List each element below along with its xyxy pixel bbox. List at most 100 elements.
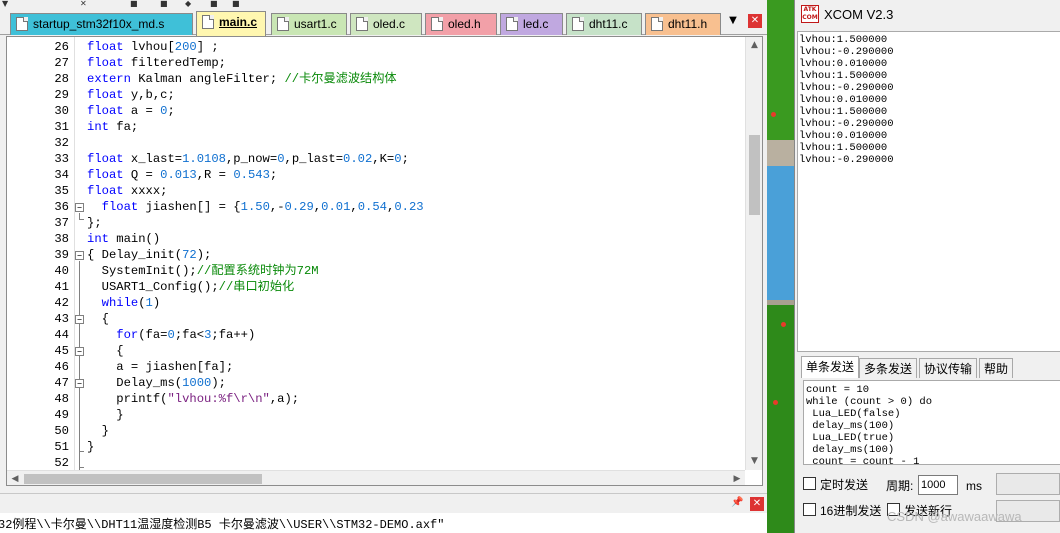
- tab-dht11-c[interactable]: dht11.c: [566, 13, 642, 35]
- line-number: 42: [54, 296, 69, 310]
- code-line: float x_last=1.0108,p_now=0,p_last=0.02,…: [87, 152, 409, 166]
- toolbar-button-icon[interactable]: ■: [160, 0, 168, 8]
- send-line: delay_ms(100): [806, 444, 895, 456]
- send-line: while (count > 0) do: [806, 396, 933, 408]
- code-line: float a = 0;: [87, 104, 175, 118]
- timed-send-label: 定时发送: [820, 478, 869, 492]
- tab-label: dht11.h: [668, 17, 708, 31]
- pin-icon[interactable]: 📌: [731, 497, 743, 509]
- code-line: Delay_ms(1000);: [87, 376, 226, 390]
- scroll-right-icon[interactable]: ▶: [729, 471, 745, 485]
- line-number: 36: [54, 200, 69, 214]
- line-number: 39: [54, 248, 69, 262]
- tab-main-c[interactable]: main.c: [196, 11, 266, 36]
- file-icon: [651, 17, 663, 31]
- stone-edge: [767, 140, 794, 166]
- line-number: 38: [54, 232, 69, 246]
- timed-send-checkbox[interactable]: [803, 477, 816, 490]
- tab-label: usart1.c: [294, 17, 337, 31]
- line-number: 44: [54, 328, 69, 342]
- tab-help[interactable]: 帮助: [979, 358, 1014, 378]
- tab-label: dht11.c: [589, 17, 628, 31]
- scroll-up-icon[interactable]: ▲: [746, 37, 762, 54]
- tab-protocol-transfer[interactable]: 协议传输: [919, 358, 978, 378]
- file-icon: [277, 17, 289, 31]
- tab-startup-stm32f10x-md-s[interactable]: startup_stm32f10x_md.s: [10, 13, 193, 35]
- line-number: 33: [54, 152, 69, 166]
- toolbar-button-icon[interactable]: ■: [130, 0, 138, 8]
- file-icon: [356, 17, 368, 31]
- tab-usart1-c[interactable]: usart1.c: [271, 13, 347, 35]
- line-number: 40: [54, 264, 69, 278]
- close-icon[interactable]: ✕: [748, 14, 762, 28]
- code-line: float jiashen[] = {1.50,-0.29,0.01,0.54,…: [101, 200, 424, 214]
- file-icon: [202, 15, 214, 29]
- scrollbar-thumb[interactable]: [24, 474, 262, 484]
- code-line: };: [87, 216, 102, 230]
- tab-single-send[interactable]: 单条发送: [801, 356, 860, 378]
- send-button[interactable]: [996, 473, 1060, 495]
- code-line: USART1_Config();//串口初始化: [87, 280, 295, 294]
- code-area[interactable]: float lvhou[200] ; float filteredTemp; ext…: [77, 37, 744, 470]
- hex-send-label: 16进制发送: [820, 504, 882, 518]
- toolbar-button-icon[interactable]: ✕: [80, 0, 87, 8]
- tab-label: startup_stm32f10x_md.s: [33, 17, 165, 31]
- line-number: 32: [54, 136, 69, 150]
- tab-oled-h[interactable]: oled.h: [425, 13, 497, 35]
- tab-led-c[interactable]: led.c: [500, 13, 563, 35]
- code-line: int fa;: [87, 120, 139, 134]
- line-number: 37: [54, 216, 69, 230]
- line-number: 34: [54, 168, 69, 182]
- send-input[interactable]: count = 10 while (count > 0) do Lua_LED(f…: [803, 380, 1060, 465]
- receive-line: lvhou:1.500000: [799, 106, 888, 118]
- period-input[interactable]: 1000: [918, 475, 958, 495]
- scrollbar-thumb[interactable]: [749, 135, 760, 215]
- toolbar-button-icon[interactable]: ■: [210, 0, 218, 8]
- tab-multi-send[interactable]: 多条发送: [859, 358, 918, 378]
- code-line: float lvhou[200] ;: [87, 40, 219, 54]
- code-line: float filteredTemp;: [87, 56, 226, 70]
- file-icon: [506, 17, 518, 31]
- code-line: float Q = 0.013,R = 0.543;: [87, 168, 278, 182]
- code-editor[interactable]: 26 27 28 29 30 31 32 33 34 35 36 37 38 3…: [6, 36, 763, 486]
- toolbar-button-icon[interactable]: ■: [232, 0, 240, 8]
- tab-oled-c[interactable]: oled.c: [350, 13, 422, 35]
- receive-line: lvhou:1.500000: [799, 34, 888, 46]
- close-icon[interactable]: ✕: [750, 497, 764, 511]
- watermark: CSDN @awawaawawa: [887, 509, 1022, 524]
- line-number: 47: [54, 376, 69, 390]
- horizontal-scrollbar[interactable]: ◀ ▶: [7, 470, 745, 485]
- line-number: 51: [54, 440, 69, 454]
- scroll-left-icon[interactable]: ◀: [7, 471, 23, 485]
- vertical-scrollbar[interactable]: ▲ ▼: [745, 37, 762, 470]
- receive-line: lvhou:1.500000: [799, 142, 888, 154]
- send-tab-bar: 单条发送 多条发送 协议传输 帮助: [797, 356, 1060, 378]
- send-line: Lua_LED(true): [806, 432, 895, 444]
- code-line: }: [87, 424, 109, 438]
- toolbar-button-icon[interactable]: ◆: [185, 0, 191, 8]
- hex-send-checkbox[interactable]: [803, 503, 816, 516]
- tab-dht11-h[interactable]: dht11.h: [645, 13, 721, 35]
- file-icon: [572, 17, 584, 31]
- scroll-down-icon[interactable]: ▼: [746, 453, 762, 470]
- triangle-down-icon[interactable]: ▼: [725, 15, 741, 31]
- line-number: 49: [54, 408, 69, 422]
- background-game-window: [767, 0, 794, 533]
- grass-area: [767, 0, 794, 140]
- toolbar: ▼ ✕ ■ ■ ◆ ■ ■: [0, 0, 767, 11]
- code-line: {: [87, 312, 109, 326]
- tab-label: main.c: [219, 15, 258, 29]
- line-number: 31: [54, 120, 69, 134]
- period-unit: ms: [966, 479, 982, 493]
- line-number: 45: [54, 344, 69, 358]
- line-number: 35: [54, 184, 69, 198]
- receive-area[interactable]: lvhou:1.500000 lvhou:-0.290000 lvhou:0.010…: [797, 31, 1060, 352]
- dropdown-arrow-icon[interactable]: ▼: [2, 0, 8, 8]
- line-number: 43: [54, 312, 69, 326]
- file-tab-bar: startup_stm32f10x_md.s main.c usart1.c o…: [0, 11, 767, 36]
- code-line: printf("lvhou:%f\r\n",a);: [87, 392, 300, 406]
- file-icon: [431, 17, 443, 31]
- send-line: count = 10: [806, 384, 870, 396]
- line-number: 46: [54, 360, 69, 374]
- period-label: 周期:: [886, 479, 914, 493]
